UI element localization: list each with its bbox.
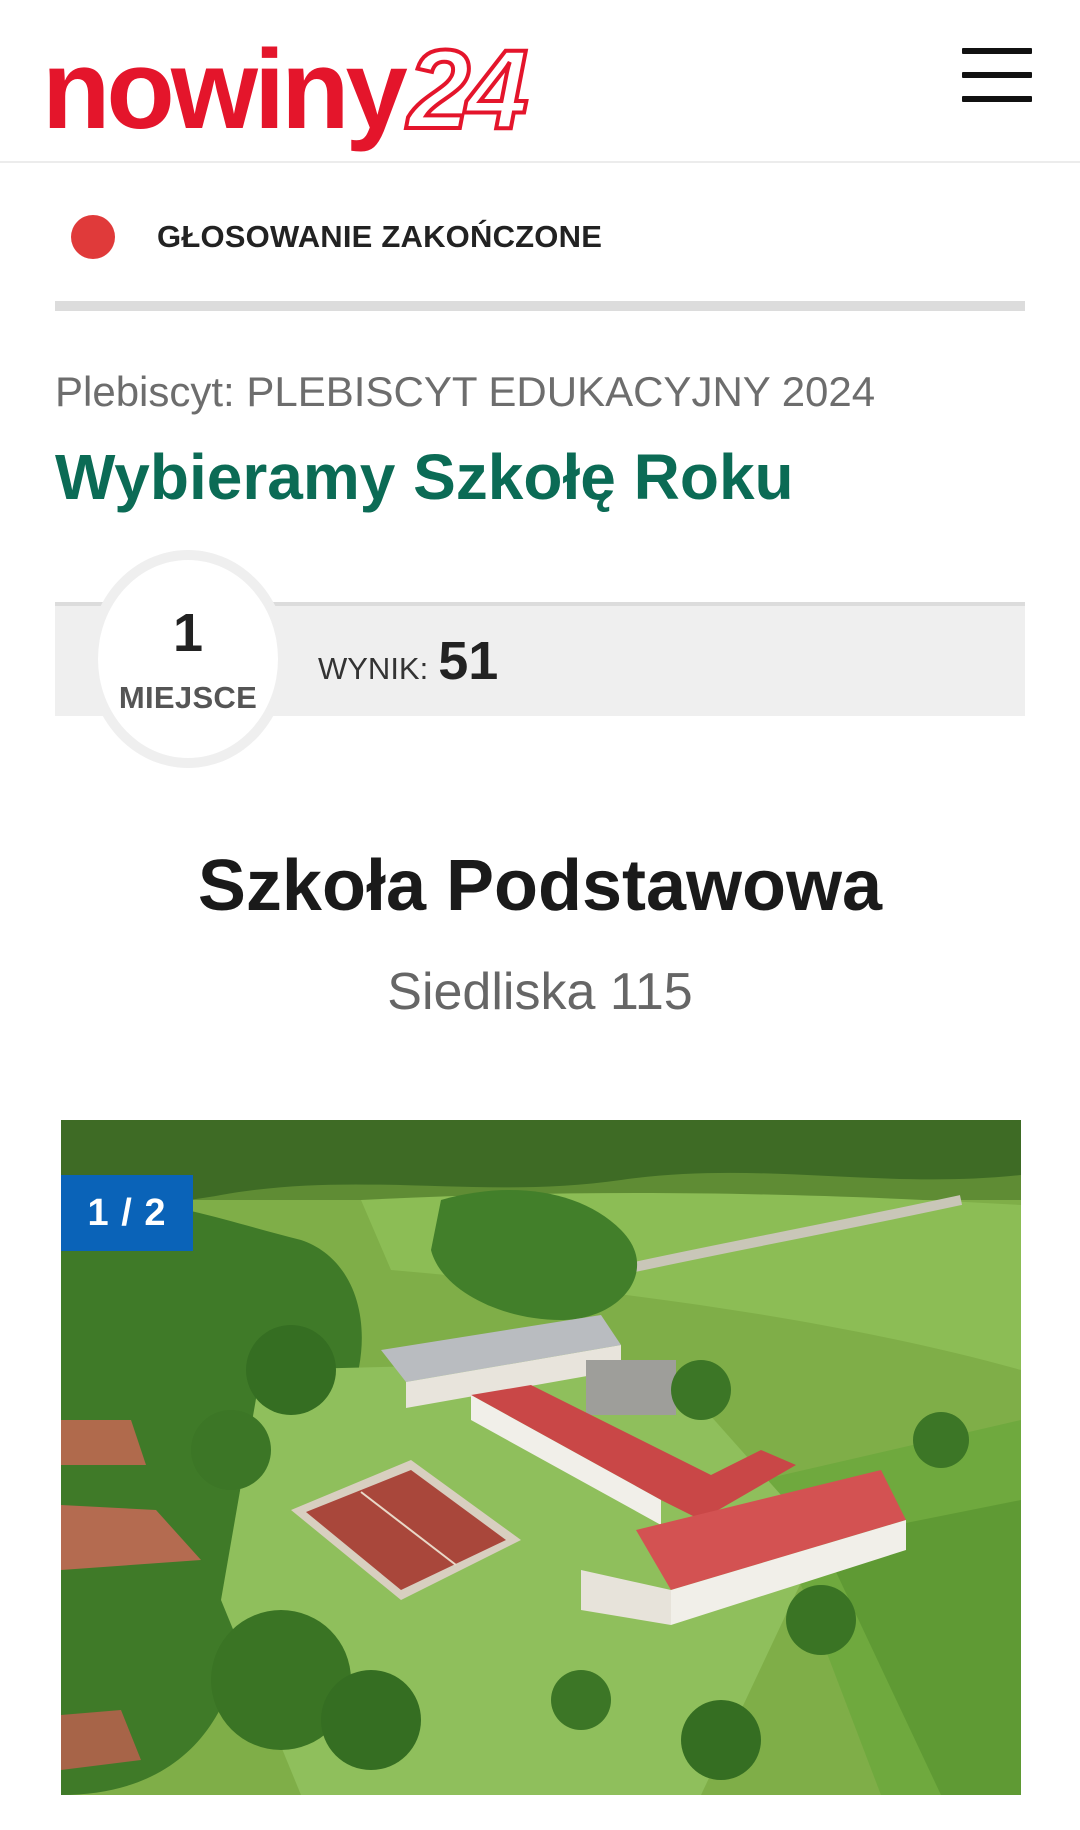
logo-number: 24 [406,27,531,152]
score-value: 51 [438,631,499,691]
aerial-school-image [61,1120,1021,1795]
rank-badge: 1 MIEJSCE [88,550,288,768]
school-name: Szkoła Podstawowa [197,846,883,926]
voting-status: GŁOSOWANIE ZAKOŃCZONE [55,215,1025,259]
site-logo[interactable]: nowiny 24 [42,6,531,152]
hamburger-menu-icon[interactable] [962,48,1032,102]
school-photo[interactable] [61,1120,1021,1795]
divider [55,301,1025,311]
school-address: Siedliska 115 [387,963,693,1021]
menu-bar [962,48,1032,54]
category-title[interactable]: Wybieramy Szkołę Roku [55,440,794,514]
plebiscite-name: Plebiscyt: PLEBISCYT EDUKACYJNY 2024 [55,368,876,415]
score-label: WYNIK: [318,651,429,686]
gallery-counter: 1 / 2 [61,1175,193,1251]
voting-status-label: GŁOSOWANIE ZAKOŃCZONE [157,219,603,254]
rank-number: 1 [172,603,204,663]
logo-wordmark: nowiny [42,27,408,152]
site-header: nowiny 24 [0,0,1080,163]
score: WYNIK: 51 [318,630,498,692]
rank-label: MIEJSCE [118,680,258,715]
menu-bar [962,72,1032,78]
menu-bar [962,96,1032,102]
status-dot-icon [71,215,115,259]
